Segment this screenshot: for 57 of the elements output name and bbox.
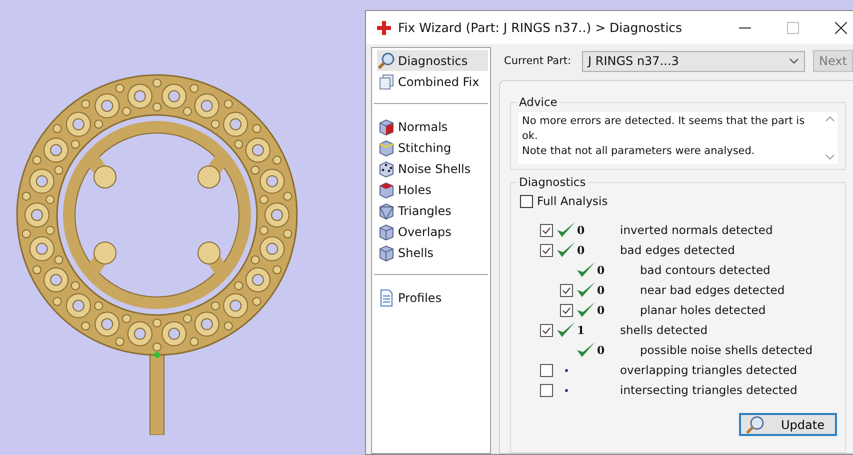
count-text: 0	[597, 304, 605, 316]
cube-icon	[377, 118, 395, 136]
row-checkbox[interactable]	[540, 384, 553, 396]
sidebar-item[interactable]: Noise Shells	[377, 158, 488, 179]
window-title: Fix Wizard (Part: J RINGS n37..) > Diagnostics	[398, 20, 682, 35]
cube-icon	[377, 202, 395, 220]
search-icon	[745, 414, 765, 434]
dice-icon	[377, 160, 395, 178]
count-text: 0	[597, 344, 605, 356]
diagnostic-label: intersecting triangles detected	[620, 383, 798, 397]
sidebar-item[interactable]: Overlaps	[377, 221, 488, 242]
sidebar-item[interactable]: Stitching	[377, 137, 488, 158]
full-analysis-checkbox[interactable]	[520, 194, 533, 208]
count-text: 1	[577, 324, 585, 336]
advice-text-field[interactable]: No more errors are detected. It seems that the part is ok. Note that not all parameters were analysed.	[517, 111, 839, 165]
diagnostic-label: bad contours detected	[640, 263, 770, 277]
cube-icon	[377, 222, 395, 240]
full-analysis-label: Full Analysis	[537, 194, 608, 208]
group-title: Diagnostics	[518, 175, 587, 189]
diagnostic-label: inverted normals detected	[620, 223, 773, 237]
count-text: 0	[597, 264, 605, 276]
row-checkbox[interactable]	[540, 364, 553, 376]
diagnostic-label: near bad edges detected	[640, 283, 785, 297]
cube-icon	[377, 244, 395, 262]
diagnostic-label: possible noise shells detected	[640, 343, 813, 357]
row-checkbox[interactable]	[540, 244, 553, 256]
diagnostic-label: shells detected	[620, 323, 708, 337]
current-part-label: Current Part:	[504, 55, 572, 67]
count-text: 0	[577, 244, 585, 256]
diagnostic-label: bad edges detected	[620, 243, 735, 257]
row-checkbox[interactable]	[540, 224, 553, 236]
search-icon	[377, 52, 395, 70]
sidebar-item[interactable]: Shells	[377, 242, 488, 263]
sidebar-item[interactable]: Diagnostics	[377, 50, 488, 71]
caret-icon	[789, 58, 799, 64]
diagnostic-label: planar holes detected	[640, 303, 766, 317]
count-text: 0	[577, 224, 585, 236]
sidebar-item[interactable]: Triangles	[377, 200, 488, 221]
cross-icon	[376, 20, 392, 36]
cube-icon	[377, 180, 395, 198]
update-button[interactable]: Update	[739, 413, 837, 436]
count-text: 0	[597, 284, 605, 296]
pages-icon	[377, 72, 395, 90]
scroll-up-icon[interactable]	[825, 116, 835, 122]
row-checkbox[interactable]	[540, 324, 553, 336]
cube-icon	[377, 138, 395, 156]
sidebar-item[interactable]: Normals	[377, 116, 488, 137]
row-checkbox[interactable]	[560, 284, 573, 296]
sidebar-item[interactable]: Profiles	[377, 287, 488, 308]
row-checkbox[interactable]	[560, 304, 573, 316]
group-title: Advice	[518, 95, 558, 109]
diagnostic-label: overlapping triangles detected	[620, 363, 798, 377]
close-icon[interactable]	[835, 22, 847, 34]
sidebar-item[interactable]: Holes	[377, 179, 488, 200]
scroll-down-icon[interactable]	[825, 154, 835, 160]
sidebar-item[interactable]: Combined Fix	[377, 71, 488, 92]
part-dropdown[interactable]: J RINGS n37...3	[582, 50, 805, 72]
